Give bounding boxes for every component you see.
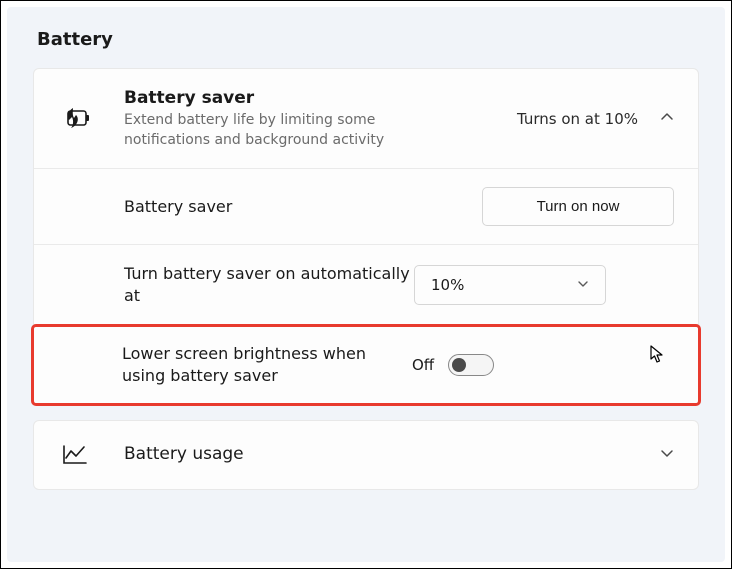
chart-icon	[54, 444, 124, 466]
chevron-down-icon	[660, 445, 674, 464]
battery-usage-title: Battery usage	[124, 443, 660, 466]
battery-saver-expander[interactable]: Battery saver Extend battery life by lim…	[34, 69, 698, 169]
auto-on-threshold-value: 10%	[431, 276, 464, 294]
battery-settings-panel: Battery Battery saver Extend battery lif…	[7, 7, 725, 562]
battery-saver-row-label: Battery saver	[124, 196, 482, 218]
section-title: Battery	[33, 29, 699, 50]
battery-usage-expander[interactable]: Battery usage	[34, 421, 698, 489]
auto-on-threshold-row: Turn battery saver on automatically at 1…	[34, 245, 698, 325]
auto-on-label: Turn battery saver on automatically at	[124, 263, 414, 306]
battery-saver-card: Battery saver Extend battery life by lim…	[33, 68, 699, 406]
battery-usage-card: Battery usage	[33, 420, 699, 490]
chevron-up-icon	[660, 109, 674, 128]
chevron-down-icon	[577, 276, 589, 294]
battery-saver-title: Battery saver	[124, 87, 517, 110]
lower-brightness-toggle[interactable]	[448, 354, 494, 376]
lower-brightness-state-label: Off	[412, 356, 434, 374]
cursor-pointer-icon	[649, 344, 667, 370]
battery-saver-toggle-row: Battery saver Turn on now	[34, 169, 698, 245]
lower-brightness-row: Lower screen brightness when using batte…	[32, 325, 700, 404]
battery-saver-description: Extend battery life by limiting some not…	[124, 111, 424, 150]
auto-on-threshold-select[interactable]: 10%	[414, 265, 606, 305]
battery-saver-status: Turns on at 10%	[517, 110, 638, 128]
lower-brightness-label: Lower screen brightness when using batte…	[122, 343, 412, 386]
toggle-knob	[452, 358, 466, 372]
battery-saver-icon	[54, 108, 124, 130]
turn-on-now-button[interactable]: Turn on now	[482, 187, 674, 226]
